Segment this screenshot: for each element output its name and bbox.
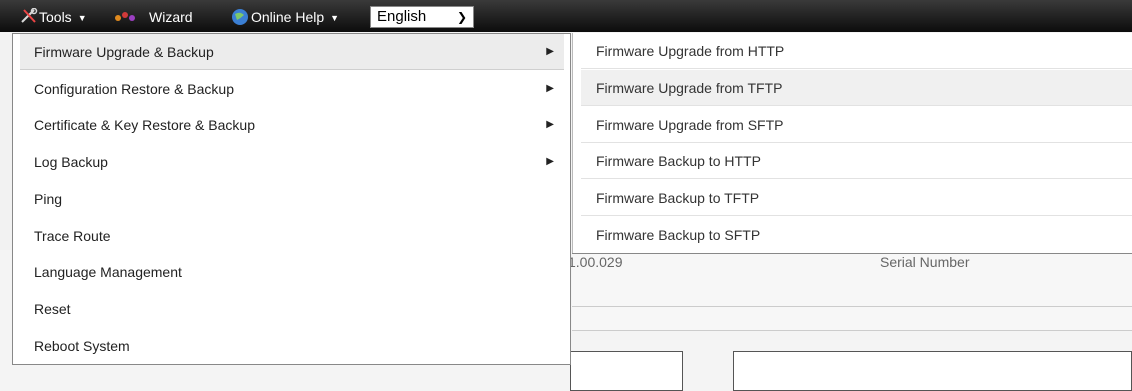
- submenu-item-label: Firmware Upgrade from HTTP: [596, 43, 785, 59]
- submenu-item-firmware-backup-sftp[interactable]: Firmware Backup to SFTP: [581, 217, 1132, 253]
- firmware-version-value: 1.00.029: [568, 254, 623, 270]
- tools-dropdown-menu: Firmware Upgrade & Backup ▶ Configuratio…: [12, 33, 571, 365]
- menu-item-label: Firmware Upgrade & Backup: [34, 44, 214, 60]
- menu-item-label: Trace Route: [34, 228, 111, 244]
- menu-item-label: Configuration Restore & Backup: [34, 81, 234, 97]
- menu-item-certificate-key-restore-backup[interactable]: Certificate & Key Restore & Backup ▶: [20, 107, 564, 143]
- submenu-item-firmware-upgrade-http[interactable]: Firmware Upgrade from HTTP: [581, 33, 1132, 69]
- chevron-down-icon: ❯: [456, 10, 467, 24]
- menu-item-firmware-upgrade-backup[interactable]: Firmware Upgrade & Backup ▶: [20, 34, 564, 70]
- top-toolbar: Tools ▼ Wizard Online Help ▼ English ❯: [0, 0, 1132, 32]
- submenu-item-firmware-backup-tftp[interactable]: Firmware Backup to TFTP: [581, 180, 1132, 216]
- firmware-submenu: Firmware Upgrade from HTTP Firmware Upgr…: [572, 33, 1132, 253]
- wizard-icon: [115, 12, 135, 21]
- menu-item-ping[interactable]: Ping: [20, 181, 564, 217]
- chevron-down-icon: ▼: [330, 13, 340, 23]
- submenu-arrow-icon: ▶: [546, 119, 554, 130]
- online-help-button[interactable]: Online Help ▼: [231, 0, 339, 32]
- chevron-down-icon: ▼: [77, 13, 87, 23]
- info-row: [572, 306, 1132, 331]
- serial-number-label: Serial Number: [880, 254, 970, 270]
- submenu-item-label: Firmware Backup to TFTP: [596, 190, 760, 206]
- submenu-arrow-icon: ▶: [546, 46, 554, 57]
- menu-item-log-backup[interactable]: Log Backup ▶: [20, 144, 564, 180]
- tools-icon: [21, 8, 38, 23]
- tools-menu-button[interactable]: Tools ▼: [20, 0, 87, 32]
- submenu-item-label: Firmware Backup to HTTP: [596, 153, 761, 169]
- panel-box: [733, 351, 1132, 391]
- submenu-item-label: Firmware Upgrade from TFTP: [596, 80, 783, 96]
- menu-item-label: Ping: [34, 191, 63, 207]
- menu-item-label: Reset: [34, 301, 71, 317]
- menu-item-trace-route[interactable]: Trace Route: [20, 218, 564, 254]
- language-select[interactable]: English ❯: [370, 6, 474, 28]
- left-page-edge: [0, 40, 12, 250]
- submenu-item-firmware-backup-http[interactable]: Firmware Backup to HTTP: [581, 143, 1132, 179]
- language-value: English: [377, 8, 427, 25]
- help-globe-icon: [232, 9, 248, 25]
- menu-item-label: Log Backup: [34, 154, 108, 170]
- submenu-item-firmware-upgrade-tftp[interactable]: Firmware Upgrade from TFTP: [581, 70, 1132, 106]
- submenu-arrow-icon: ▶: [546, 156, 554, 167]
- wizard-button[interactable]: Wizard: [114, 0, 193, 32]
- submenu-item-label: Firmware Upgrade from SFTP: [596, 117, 784, 133]
- menu-item-label: Certificate & Key Restore & Backup: [34, 117, 255, 133]
- menu-item-configuration-restore-backup[interactable]: Configuration Restore & Backup ▶: [20, 71, 564, 107]
- menu-item-label: Language Management: [34, 264, 182, 280]
- menu-item-reset[interactable]: Reset: [20, 291, 564, 327]
- submenu-item-firmware-upgrade-sftp[interactable]: Firmware Upgrade from SFTP: [581, 107, 1132, 143]
- submenu-arrow-icon: ▶: [546, 83, 554, 94]
- device-info-row: [572, 253, 1132, 306]
- menu-item-reboot-system[interactable]: Reboot System: [20, 328, 564, 364]
- panel-box: [570, 351, 683, 391]
- submenu-item-label: Firmware Backup to SFTP: [596, 227, 761, 243]
- menu-item-label: Reboot System: [34, 338, 130, 354]
- menu-item-language-management[interactable]: Language Management: [20, 254, 564, 290]
